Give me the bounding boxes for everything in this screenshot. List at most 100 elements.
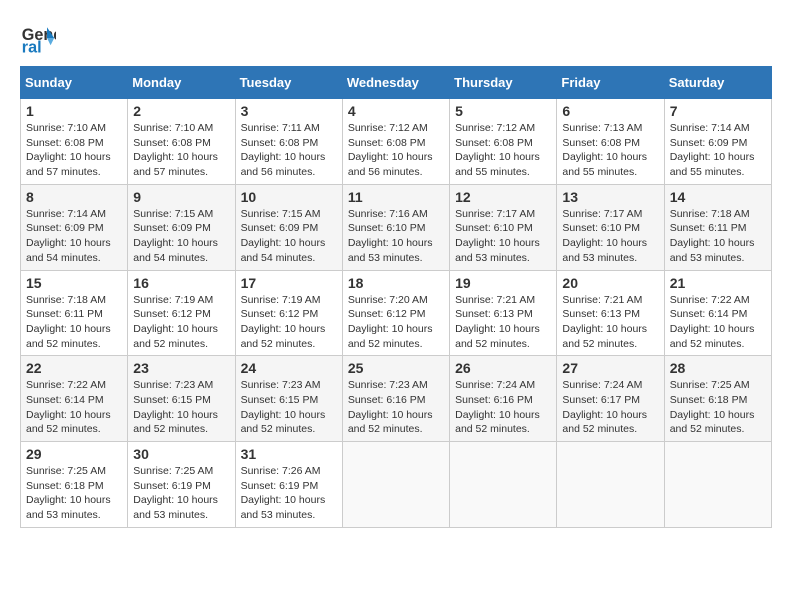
- day-number: 26: [455, 360, 551, 376]
- calendar-day-cell: 25 Sunrise: 7:23 AMSunset: 6:16 PMDayligh…: [342, 356, 449, 442]
- day-info: Sunrise: 7:10 AMSunset: 6:08 PMDaylight:…: [26, 121, 122, 180]
- day-info: Sunrise: 7:13 AMSunset: 6:08 PMDaylight:…: [562, 121, 658, 180]
- calendar-day-cell: 13 Sunrise: 7:17 AMSunset: 6:10 PMDayligh…: [557, 184, 664, 270]
- day-info: Sunrise: 7:18 AMSunset: 6:11 PMDaylight:…: [26, 293, 122, 352]
- day-info: Sunrise: 7:12 AMSunset: 6:08 PMDaylight:…: [348, 121, 444, 180]
- calendar-week-row: 8 Sunrise: 7:14 AMSunset: 6:09 PMDaylight…: [21, 184, 772, 270]
- day-info: Sunrise: 7:14 AMSunset: 6:09 PMDaylight:…: [670, 121, 766, 180]
- page-header: Gene ral: [20, 20, 772, 56]
- calendar-day-cell: 12 Sunrise: 7:17 AMSunset: 6:10 PMDayligh…: [450, 184, 557, 270]
- day-info: Sunrise: 7:23 AMSunset: 6:16 PMDaylight:…: [348, 378, 444, 437]
- day-info: Sunrise: 7:26 AMSunset: 6:19 PMDaylight:…: [241, 464, 337, 523]
- day-number: 10: [241, 189, 337, 205]
- day-number: 21: [670, 275, 766, 291]
- calendar-week-row: 29 Sunrise: 7:25 AMSunset: 6:18 PMDayligh…: [21, 442, 772, 528]
- calendar-day-cell: 18Sunrise: 7:20 AMSunset: 6:12 PMDayligh…: [342, 270, 449, 356]
- logo-icon: Gene ral: [20, 20, 56, 56]
- day-info: Sunrise: 7:19 AMSunset: 6:12 PMDaylight:…: [241, 293, 337, 352]
- calendar-week-row: 1 Sunrise: 7:10 AMSunset: 6:08 PMDaylight…: [21, 99, 772, 185]
- day-number: 15: [26, 275, 122, 291]
- day-info: Sunrise: 7:22 AMSunset: 6:14 PMDaylight:…: [670, 293, 766, 352]
- day-number: 20: [562, 275, 658, 291]
- day-number: 28: [670, 360, 766, 376]
- calendar-day-cell: 10 Sunrise: 7:15 AMSunset: 6:09 PMDayligh…: [235, 184, 342, 270]
- calendar-day-cell: 15 Sunrise: 7:18 AMSunset: 6:11 PMDayligh…: [21, 270, 128, 356]
- day-info: Sunrise: 7:17 AMSunset: 6:10 PMDaylight:…: [562, 207, 658, 266]
- day-info: Sunrise: 7:23 AMSunset: 6:15 PMDaylight:…: [241, 378, 337, 437]
- day-info: Sunrise: 7:11 AMSunset: 6:08 PMDaylight:…: [241, 121, 337, 180]
- day-number: 29: [26, 446, 122, 462]
- svg-text:ral: ral: [22, 38, 42, 56]
- day-info: Sunrise: 7:21 AMSunset: 6:13 PMDaylight:…: [562, 293, 658, 352]
- day-number: 9: [133, 189, 229, 205]
- weekday-header-cell: Thursday: [450, 67, 557, 99]
- weekday-header-row: SundayMondayTuesdayWednesdayThursdayFrid…: [21, 67, 772, 99]
- calendar-day-cell: 8 Sunrise: 7:14 AMSunset: 6:09 PMDaylight…: [21, 184, 128, 270]
- day-info: Sunrise: 7:19 AMSunset: 6:12 PMDaylight:…: [133, 293, 229, 352]
- day-number: 22: [26, 360, 122, 376]
- day-number: 12: [455, 189, 551, 205]
- day-number: 31: [241, 446, 337, 462]
- calendar-week-row: 22 Sunrise: 7:22 AMSunset: 6:14 PMDayligh…: [21, 356, 772, 442]
- day-number: 2: [133, 103, 229, 119]
- calendar-day-cell: 22 Sunrise: 7:22 AMSunset: 6:14 PMDayligh…: [21, 356, 128, 442]
- day-number: 23: [133, 360, 229, 376]
- calendar-day-cell: 24Sunrise: 7:23 AMSunset: 6:15 PMDayligh…: [235, 356, 342, 442]
- day-info: Sunrise: 7:12 AMSunset: 6:08 PMDaylight:…: [455, 121, 551, 180]
- day-number: 17: [241, 275, 337, 291]
- day-info: Sunrise: 7:17 AMSunset: 6:10 PMDaylight:…: [455, 207, 551, 266]
- calendar-day-cell: 2 Sunrise: 7:10 AMSunset: 6:08 PMDaylight…: [128, 99, 235, 185]
- day-number: 14: [670, 189, 766, 205]
- day-number: 27: [562, 360, 658, 376]
- day-info: Sunrise: 7:14 AMSunset: 6:09 PMDaylight:…: [26, 207, 122, 266]
- day-info: Sunrise: 7:16 AMSunset: 6:10 PMDaylight:…: [348, 207, 444, 266]
- day-info: Sunrise: 7:21 AMSunset: 6:13 PMDaylight:…: [455, 293, 551, 352]
- weekday-header-cell: Friday: [557, 67, 664, 99]
- day-info: Sunrise: 7:25 AMSunset: 6:19 PMDaylight:…: [133, 464, 229, 523]
- calendar-day-cell: 9 Sunrise: 7:15 AMSunset: 6:09 PMDaylight…: [128, 184, 235, 270]
- calendar-table: SundayMondayTuesdayWednesdayThursdayFrid…: [20, 66, 772, 528]
- day-info: Sunrise: 7:23 AMSunset: 6:15 PMDaylight:…: [133, 378, 229, 437]
- day-number: 1: [26, 103, 122, 119]
- day-number: 3: [241, 103, 337, 119]
- calendar-day-cell: 17 Sunrise: 7:19 AMSunset: 6:12 PMDayligh…: [235, 270, 342, 356]
- day-number: 8: [26, 189, 122, 205]
- calendar-day-cell: 19Sunrise: 7:21 AMSunset: 6:13 PMDayligh…: [450, 270, 557, 356]
- day-number: 11: [348, 189, 444, 205]
- day-number: 5: [455, 103, 551, 119]
- calendar-day-cell: 20 Sunrise: 7:21 AMSunset: 6:13 PMDayligh…: [557, 270, 664, 356]
- day-info: Sunrise: 7:24 AMSunset: 6:17 PMDaylight:…: [562, 378, 658, 437]
- weekday-header-cell: Wednesday: [342, 67, 449, 99]
- calendar-day-cell: 1 Sunrise: 7:10 AMSunset: 6:08 PMDaylight…: [21, 99, 128, 185]
- calendar-day-cell: 14Sunrise: 7:18 AMSunset: 6:11 PMDayligh…: [664, 184, 771, 270]
- calendar-day-cell: 6Sunrise: 7:13 AMSunset: 6:08 PMDaylight…: [557, 99, 664, 185]
- calendar-body: 1 Sunrise: 7:10 AMSunset: 6:08 PMDaylight…: [21, 99, 772, 528]
- calendar-day-cell: 4Sunrise: 7:12 AMSunset: 6:08 PMDaylight…: [342, 99, 449, 185]
- calendar-day-cell: [664, 442, 771, 528]
- day-info: Sunrise: 7:15 AMSunset: 6:09 PMDaylight:…: [241, 207, 337, 266]
- day-number: 13: [562, 189, 658, 205]
- logo: Gene ral: [20, 20, 60, 56]
- calendar-day-cell: 16 Sunrise: 7:19 AMSunset: 6:12 PMDayligh…: [128, 270, 235, 356]
- calendar-day-cell: 30 Sunrise: 7:25 AMSunset: 6:19 PMDayligh…: [128, 442, 235, 528]
- calendar-day-cell: 23 Sunrise: 7:23 AMSunset: 6:15 PMDayligh…: [128, 356, 235, 442]
- calendar-day-cell: 3 Sunrise: 7:11 AMSunset: 6:08 PMDaylight…: [235, 99, 342, 185]
- calendar-day-cell: 27 Sunrise: 7:24 AMSunset: 6:17 PMDayligh…: [557, 356, 664, 442]
- calendar-day-cell: 26Sunrise: 7:24 AMSunset: 6:16 PMDayligh…: [450, 356, 557, 442]
- calendar-day-cell: 21 Sunrise: 7:22 AMSunset: 6:14 PMDayligh…: [664, 270, 771, 356]
- calendar-day-cell: [557, 442, 664, 528]
- day-number: 30: [133, 446, 229, 462]
- day-info: Sunrise: 7:15 AMSunset: 6:09 PMDaylight:…: [133, 207, 229, 266]
- day-number: 18: [348, 275, 444, 291]
- day-info: Sunrise: 7:10 AMSunset: 6:08 PMDaylight:…: [133, 121, 229, 180]
- calendar-day-cell: 5 Sunrise: 7:12 AMSunset: 6:08 PMDaylight…: [450, 99, 557, 185]
- day-number: 16: [133, 275, 229, 291]
- day-info: Sunrise: 7:22 AMSunset: 6:14 PMDaylight:…: [26, 378, 122, 437]
- calendar-day-cell: 28 Sunrise: 7:25 AMSunset: 6:18 PMDayligh…: [664, 356, 771, 442]
- day-info: Sunrise: 7:25 AMSunset: 6:18 PMDaylight:…: [670, 378, 766, 437]
- weekday-header-cell: Saturday: [664, 67, 771, 99]
- day-number: 7: [670, 103, 766, 119]
- day-number: 25: [348, 360, 444, 376]
- day-info: Sunrise: 7:25 AMSunset: 6:18 PMDaylight:…: [26, 464, 122, 523]
- calendar-week-row: 15 Sunrise: 7:18 AMSunset: 6:11 PMDayligh…: [21, 270, 772, 356]
